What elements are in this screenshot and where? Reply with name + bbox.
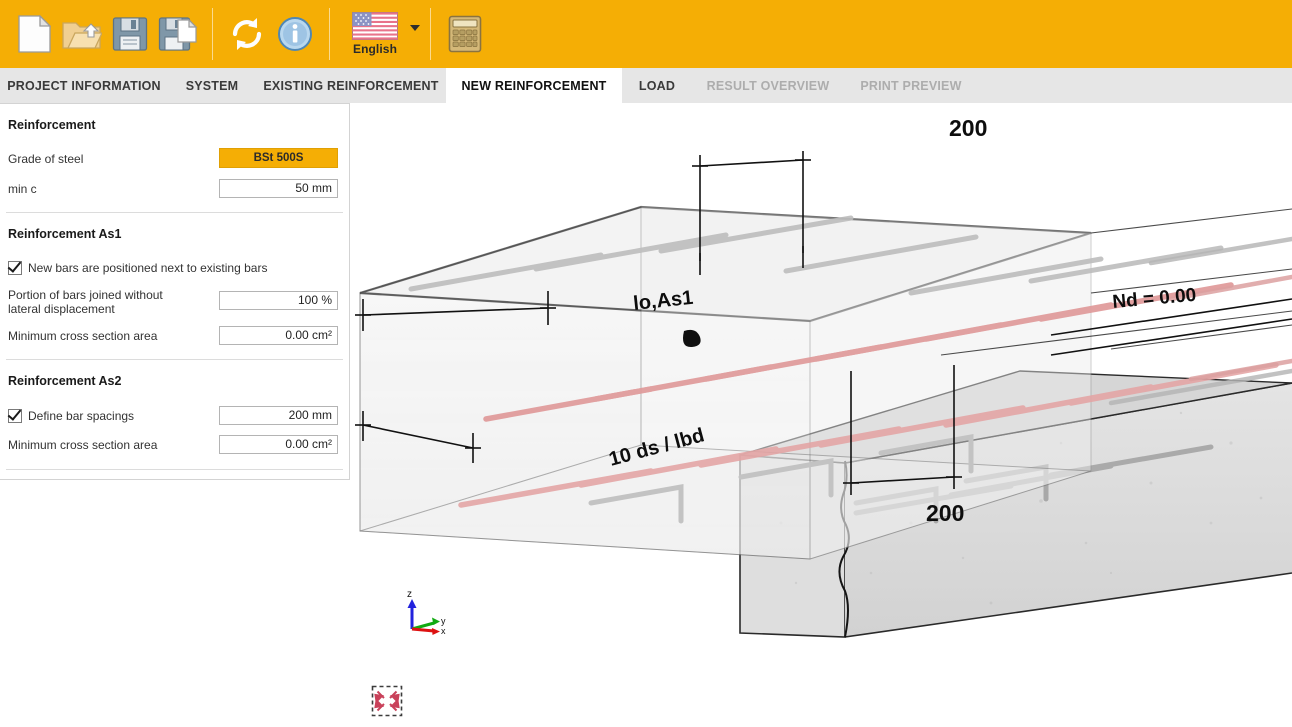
define-bar-spacings-input[interactable]: 200 mm xyxy=(219,406,338,425)
tab-project-information[interactable]: PROJECT INFORMATION xyxy=(0,68,168,103)
portion-of-bars-joined-input[interactable]: 100 % xyxy=(219,291,338,310)
language-label: English xyxy=(352,42,398,56)
save-as-file-button[interactable] xyxy=(154,8,202,60)
section-title-reinforcement-as2: Reinforcement As2 xyxy=(8,374,122,388)
axis-orientation-gizmo: z y x xyxy=(407,589,446,636)
tab-label: RESULT OVERVIEW xyxy=(706,78,830,93)
min-c-input[interactable]: 50 mm xyxy=(219,179,338,198)
label-as1-minimum-cross-section-area: Minimum cross section area xyxy=(8,329,158,343)
save-file-button[interactable] xyxy=(106,8,154,60)
axis-label-x: x xyxy=(441,626,446,636)
section-divider-1 xyxy=(6,212,343,213)
label-min-c: min c xyxy=(8,182,37,196)
chevron-down-icon[interactable] xyxy=(410,25,420,31)
tab-label: SYSTEM xyxy=(185,78,239,93)
main-toolbar: English xyxy=(0,0,1292,68)
tab-result-overview: RESULT OVERVIEW xyxy=(692,68,844,103)
tab-new-reinforcement[interactable]: NEW REINFORCEMENT xyxy=(446,68,622,103)
checkbox-box xyxy=(8,261,22,275)
calculator-group xyxy=(431,0,499,68)
model-viewport-3d[interactable]: 200 lo,As1 Nd = 0.00 10 ds / lbd 200 z y… xyxy=(351,103,1292,727)
tab-system[interactable]: SYSTEM xyxy=(168,68,256,103)
axis-label-z: z xyxy=(407,589,412,600)
language-selector[interactable]: English xyxy=(346,5,404,63)
language-group: English xyxy=(330,0,430,68)
tab-existing-reinforcement[interactable]: EXISTING REINFORCEMENT xyxy=(256,68,446,103)
section-divider-2 xyxy=(6,359,343,360)
grade-of-steel-dropdown[interactable]: BSt 500S xyxy=(219,148,338,168)
tab-label: PRINT PREVIEW xyxy=(860,78,962,93)
section-divider-3 xyxy=(6,469,343,470)
new-bars-next-to-existing-checkbox[interactable]: New bars are positioned next to existing… xyxy=(8,261,267,275)
tab-label: EXISTING REINFORCEMENT xyxy=(263,78,439,93)
section-title-reinforcement-as1: Reinforcement As1 xyxy=(8,227,122,241)
label-grade-of-steel: Grade of steel xyxy=(8,152,84,166)
reinforcement-3d-model: 200 lo,As1 Nd = 0.00 10 ds / lbd 200 xyxy=(355,115,1292,638)
dimension-top-200: 200 xyxy=(949,115,987,141)
zoom-to-fit-button[interactable] xyxy=(370,684,404,718)
refresh-button[interactable] xyxy=(223,8,271,60)
checkbox-box xyxy=(8,409,22,423)
tab-print-preview: PRINT PREVIEW xyxy=(844,68,978,103)
main-tab-bar: PROJECT INFORMATION SYSTEM EXISTING REIN… xyxy=(0,68,1292,103)
calculator-button[interactable] xyxy=(441,8,489,60)
label-portion-of-bars-joined: Portion of bars joined without lateral di… xyxy=(8,288,163,316)
tab-label: LOAD xyxy=(638,78,676,93)
as1-minimum-cross-section-area-input[interactable]: 0.00 cm² xyxy=(219,326,338,345)
checkbox-label: New bars are positioned next to existing… xyxy=(28,261,268,275)
axis-label-y: y xyxy=(441,616,446,626)
section-title-reinforcement: Reinforcement xyxy=(8,118,96,132)
tab-load[interactable]: LOAD xyxy=(622,68,692,103)
checkbox-label: Define bar spacings xyxy=(28,409,135,423)
open-file-button[interactable] xyxy=(58,8,106,60)
label-as2-minimum-cross-section-area: Minimum cross section area xyxy=(8,438,158,452)
new-file-button[interactable] xyxy=(10,8,58,60)
tab-label: NEW REINFORCEMENT xyxy=(461,78,607,93)
tab-label: PROJECT INFORMATION xyxy=(7,78,161,93)
file-button-group xyxy=(0,0,212,68)
action-button-group xyxy=(213,0,329,68)
dimension-bottom-200: 200 xyxy=(926,500,964,526)
define-bar-spacings-checkbox[interactable]: Define bar spacings xyxy=(8,409,134,423)
us-flag-icon xyxy=(352,12,398,40)
as2-minimum-cross-section-area-input[interactable]: 0.00 cm² xyxy=(219,435,338,454)
info-button[interactable] xyxy=(271,8,319,60)
